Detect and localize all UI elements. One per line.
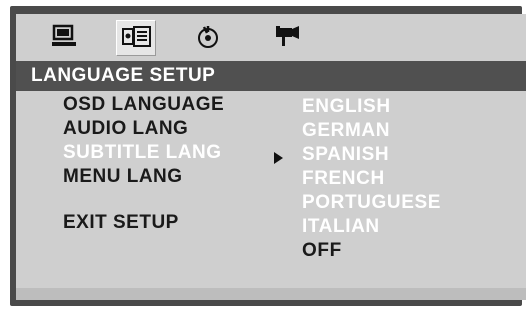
audio-setup-icon [198,26,218,48]
video-setup-tab[interactable] [268,20,306,54]
page-title: LANGUAGE SETUP [31,65,216,86]
option-french[interactable]: FRENCH [302,168,385,190]
setup-icon-bar [16,14,526,60]
option-portuguese[interactable]: PORTUGUESE [302,192,441,214]
menu-item-menu-lang[interactable]: MENU LANG [63,166,183,188]
video-setup-icon [276,26,299,46]
option-spanish[interactable]: SPANISH [302,144,389,166]
osd-screen: LANGUAGE SETUP OSD LANGUAGE AUDIO LANG S… [16,14,526,300]
menu-item-osd-language[interactable]: OSD LANGUAGE [63,94,224,116]
audio-setup-tab[interactable] [190,20,228,54]
menu-item-subtitle-lang[interactable]: SUBTITLE LANG [63,142,222,164]
option-english[interactable]: ENGLISH [302,96,391,118]
option-german[interactable]: GERMAN [302,120,390,142]
title-bar: LANGUAGE SETUP [16,61,526,91]
language-setup-icon [122,26,151,47]
status-bar [16,288,526,300]
menu-item-exit-setup[interactable]: EXIT SETUP [63,212,179,234]
general-setup-icon [52,24,76,46]
option-italian[interactable]: ITALIAN [302,216,380,238]
option-off[interactable]: OFF [302,240,342,262]
submenu-arrow-icon [274,152,283,164]
general-setup-tab[interactable] [46,20,84,54]
menu-item-audio-lang[interactable]: AUDIO LANG [63,118,188,140]
language-setup-tab[interactable] [116,20,156,56]
